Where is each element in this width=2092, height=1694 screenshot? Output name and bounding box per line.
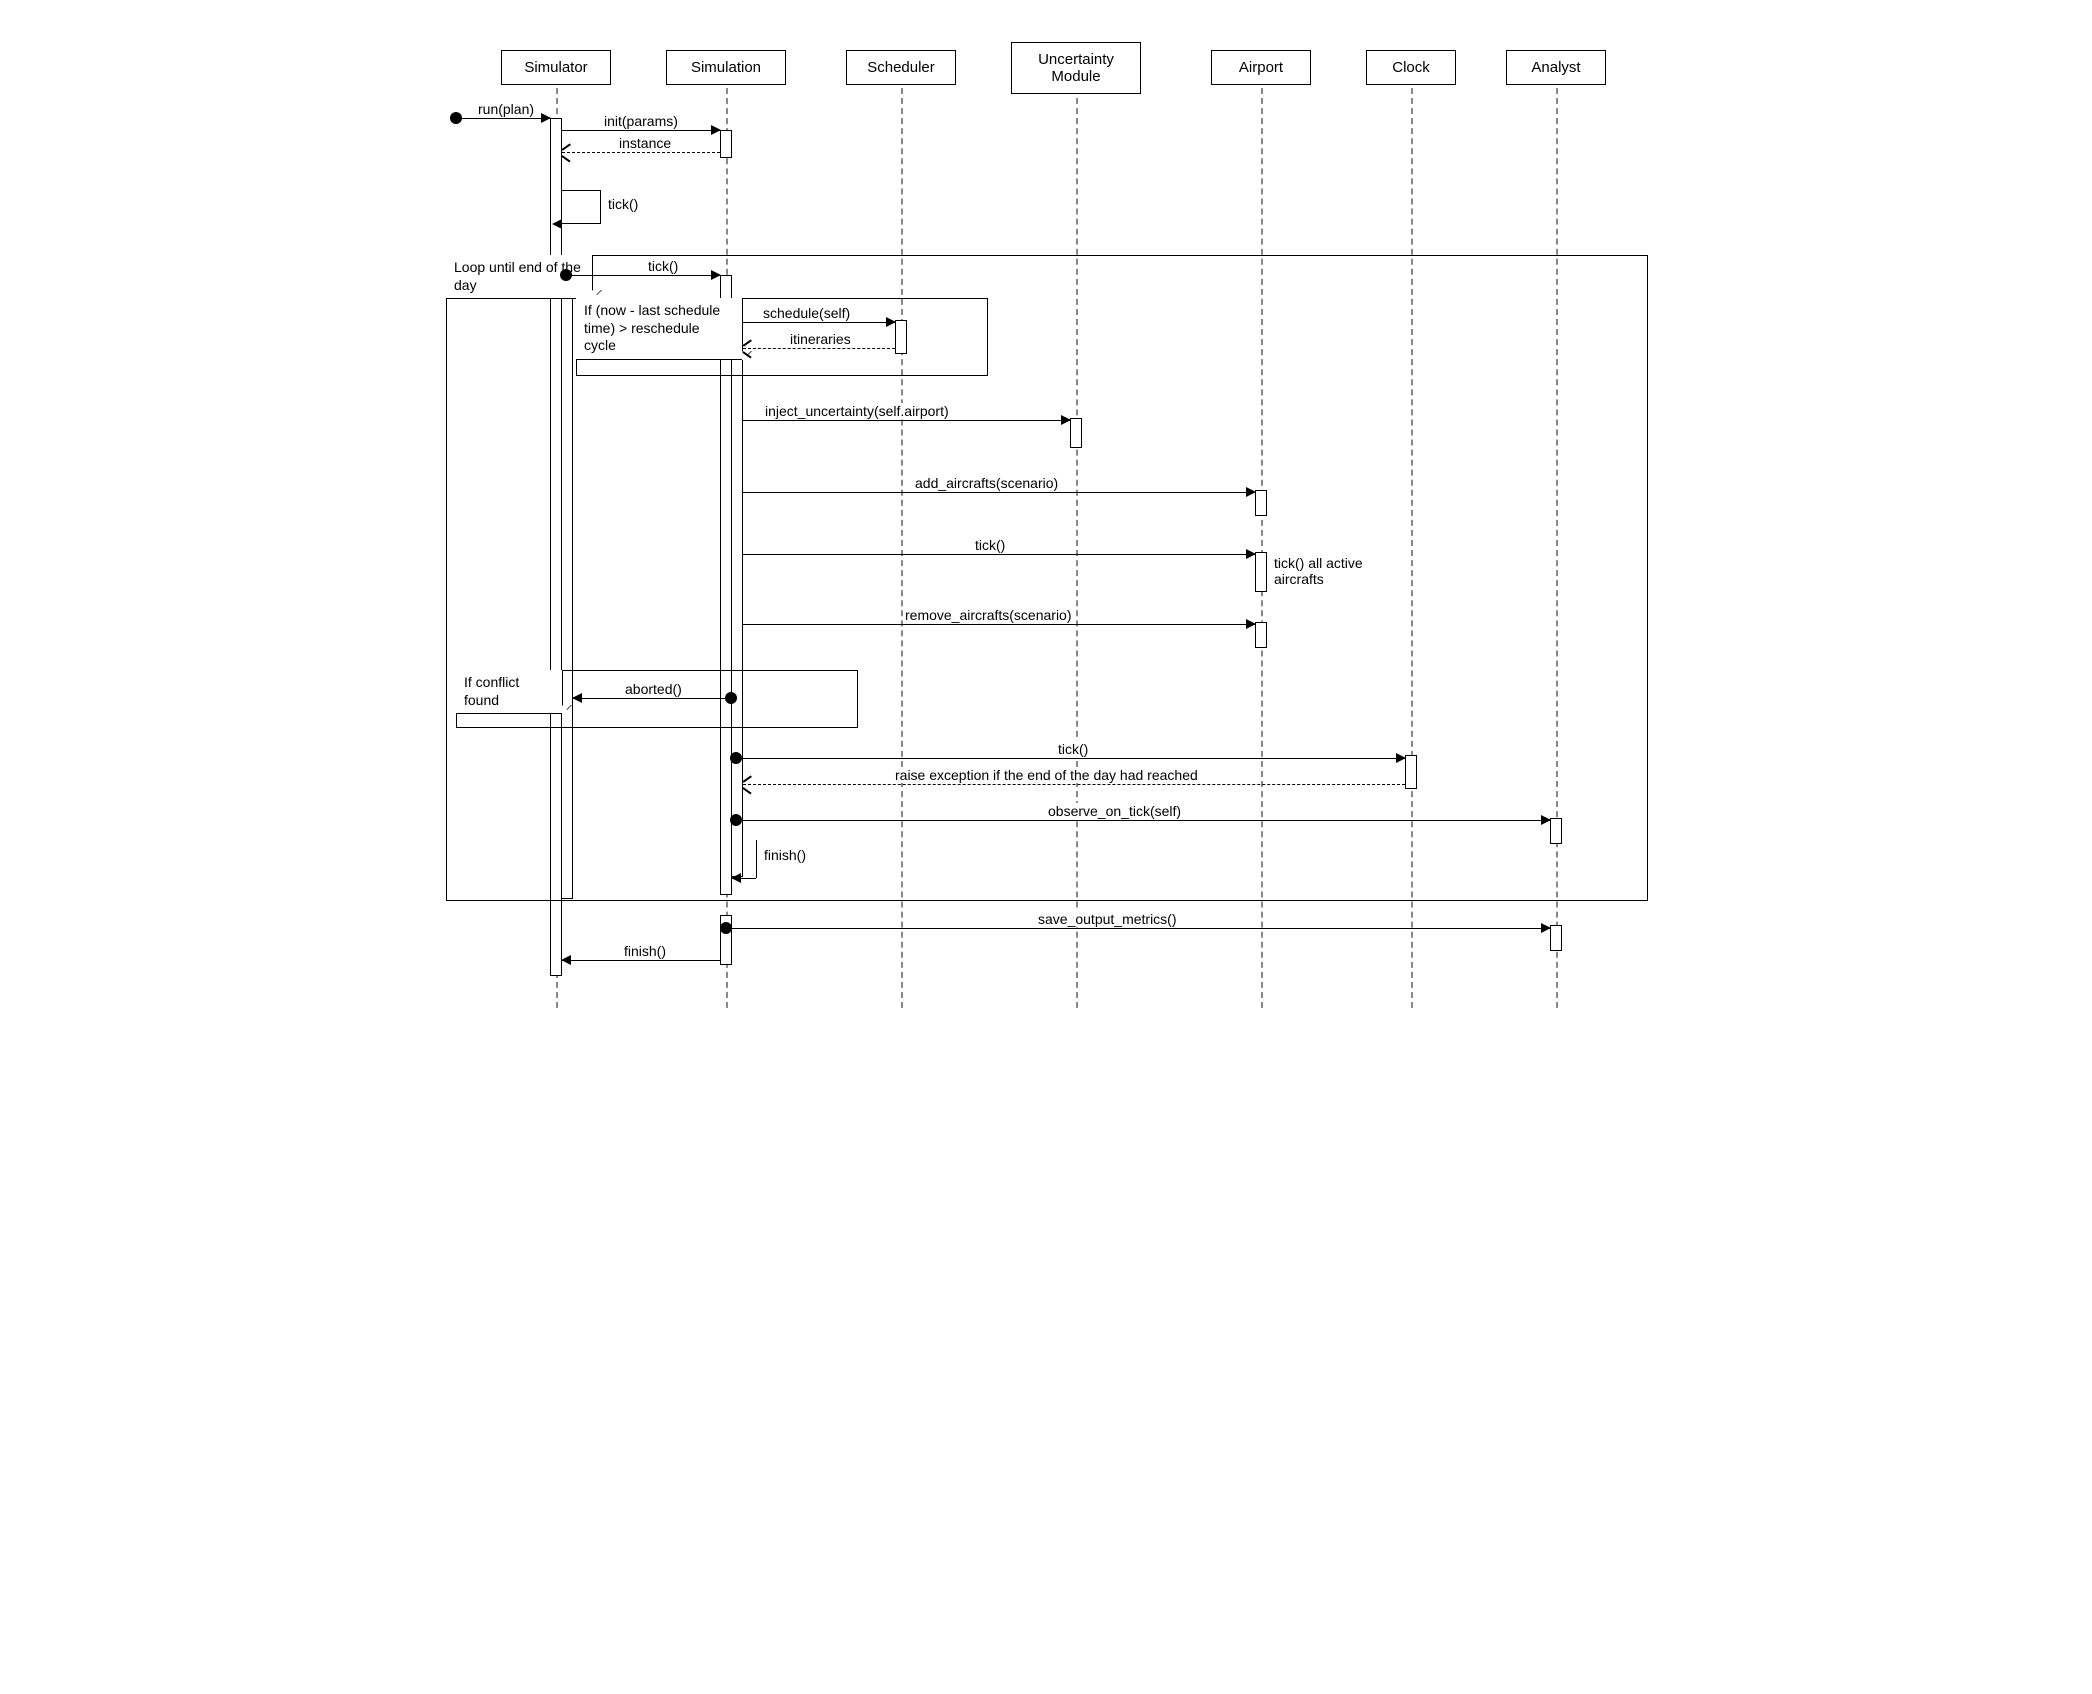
participant-simulator: Simulator (501, 50, 611, 85)
participant-scheduler: Scheduler (846, 50, 956, 85)
msg-add-aircrafts: add_aircrafts(scenario) (743, 492, 1255, 493)
msg-aborted: aborted() (573, 698, 731, 699)
activation-simulation-init (720, 130, 732, 158)
participant-clock: Clock (1366, 50, 1456, 85)
msg-schedule: schedule(self) (743, 322, 895, 323)
finish-self-v (756, 840, 757, 878)
participant-airport: Airport (1211, 50, 1311, 85)
msg-remove-aircrafts: remove_aircrafts(scenario) (743, 624, 1255, 625)
msg-loop-tick: tick() (566, 275, 720, 276)
activation-analyst-save (1550, 925, 1562, 951)
msg-tick-airport: tick() (743, 554, 1255, 555)
label-finish-self: finish() (764, 847, 806, 863)
msg-inject: inject_uncertainty(self.airport) (743, 420, 1070, 421)
msg-save-metrics: save_output_metrics() (726, 928, 1550, 929)
msg-instance: instance (562, 152, 720, 153)
msg-finish-self (732, 878, 756, 879)
msg-finish: finish() (562, 960, 720, 961)
msg-self-tick (562, 190, 601, 224)
participant-uncertainty: Uncertainty Module (1011, 42, 1141, 94)
sequence-diagram: Simulator Simulation Scheduler Uncertain… (436, 20, 1656, 1020)
msg-clock-tick: tick() (736, 758, 1405, 759)
msg-run: run(plan) (456, 118, 550, 119)
frame-label-conflict: If conflict found (456, 670, 563, 714)
msg-clock-exception: raise exception if the end of the day ha… (743, 784, 1405, 785)
note-tick-all: tick() all active aircrafts (1274, 555, 1404, 587)
participant-analyst: Analyst (1506, 50, 1606, 85)
frame-label-reschedule: If (now - last schedule time) > reschedu… (576, 298, 743, 360)
msg-itineraries: itineraries (743, 348, 895, 349)
participant-simulation: Simulation (666, 50, 786, 85)
msg-init: init(params) (562, 130, 720, 131)
msg-observe: observe_on_tick(self) (736, 820, 1550, 821)
frame-conflict: If conflict found (456, 670, 858, 728)
label-self-tick: tick() (608, 196, 638, 212)
